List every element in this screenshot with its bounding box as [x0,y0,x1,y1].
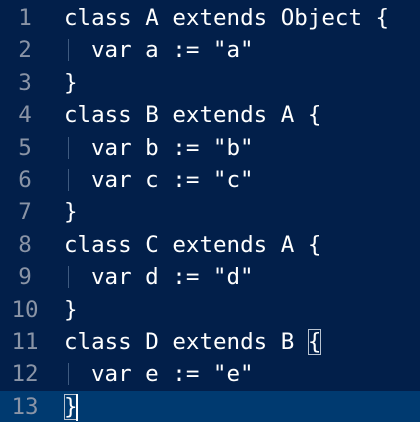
text-cursor [76,393,78,421]
line-number: 2 [18,37,32,64]
line-number: 9 [18,264,32,291]
line-number: 7 [18,199,32,226]
line-text[interactable]: class B extends A { [64,99,321,131]
line-text[interactable]: var e := "e" [91,358,254,390]
code-line[interactable]: 3 } [0,67,420,99]
line-text[interactable]: var d := "d" [91,261,254,293]
line-number: 5 [18,134,32,161]
code-line[interactable]: 5 var b := "b" [0,132,420,164]
line-number: 13 [11,393,39,420]
code-line[interactable]: 6 var c := "c" [0,164,420,196]
line-text-content: class D extends B [64,329,308,355]
line-text[interactable]: class A extends Object { [64,2,389,34]
line-number: 10 [11,296,39,323]
indent-guide [68,136,69,159]
code-line[interactable]: 10 } [0,294,420,326]
line-number: 1 [18,5,32,31]
code-line[interactable]: 1 class A extends Object { [0,2,420,34]
code-line[interactable]: 4 class B extends A { [0,99,420,131]
indent-guide [68,39,69,62]
code-line[interactable]: 11 class D extends B { [0,326,420,358]
line-text[interactable]: } [64,196,78,228]
indent-guide [68,363,69,386]
line-number: 12 [11,361,39,388]
code-line[interactable]: 2 var a := "a" [0,34,420,66]
code-line[interactable]: 12 var e := "e" [0,358,420,390]
line-text[interactable]: } [64,67,78,99]
code-line[interactable]: 7 } [0,196,420,228]
line-text[interactable]: class C extends A { [64,229,321,261]
code-editor[interactable]: 1 class A extends Object { 2 var a := "a… [0,0,420,422]
line-text[interactable]: } [64,294,78,326]
indent-guide [68,169,69,191]
indent-guide [68,266,69,289]
line-number: 6 [18,167,32,193]
line-number: 3 [18,69,32,96]
code-line[interactable]: 8 class C extends A { [0,229,420,261]
line-text[interactable]: var c := "c" [91,164,254,196]
code-line[interactable]: 9 var d := "d" [0,261,420,293]
line-number: 8 [18,231,32,258]
line-text[interactable]: var a := "a" [91,34,254,66]
matched-bracket: { [307,329,322,355]
current-code-line[interactable]: 13 } [0,390,420,422]
line-text[interactable]: var b := "b" [91,132,254,164]
line-text[interactable]: class D extends B { [64,326,322,358]
line-number: 4 [18,102,32,129]
line-number: 11 [11,329,39,355]
